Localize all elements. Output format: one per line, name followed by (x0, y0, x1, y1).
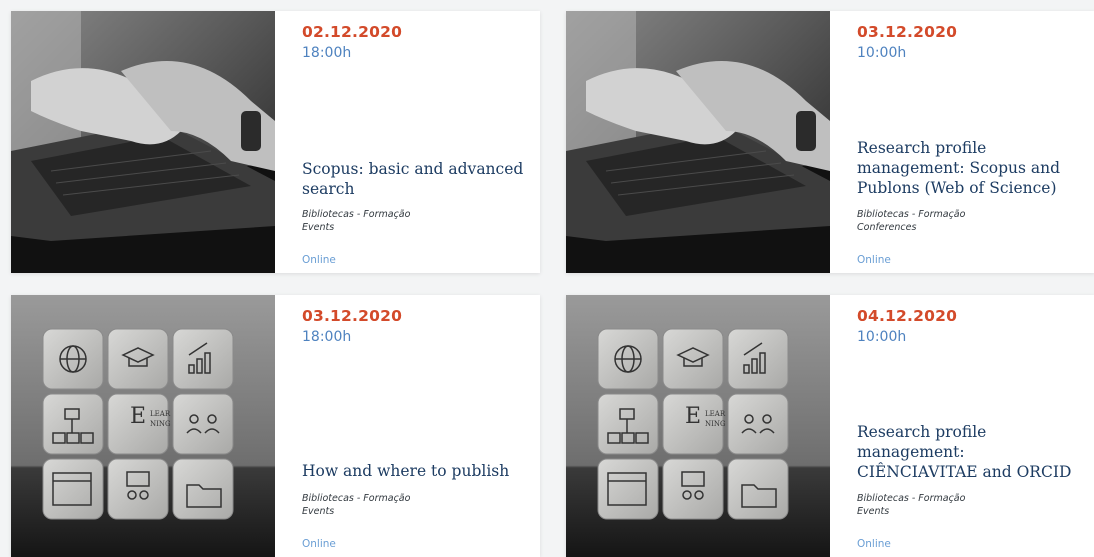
event-date: 03.12.2020 (302, 307, 403, 325)
event-title[interactable]: Scopus: basic and advanced search (302, 159, 524, 199)
events-grid: 02.12.2020 18:00h Scopus: basic and adva… (0, 0, 1094, 557)
event-category: Bibliotecas - Formação (302, 209, 411, 220)
elearning-line2: NING (705, 420, 726, 428)
event-image-elearning-blocks: E LEAR NING (11, 295, 275, 557)
event-date: 02.12.2020 (302, 23, 403, 41)
event-time: 18:00h (302, 329, 352, 345)
event-type: Events (857, 506, 890, 517)
event-category: Bibliotecas - Formação (302, 493, 411, 504)
event-time: 10:00h (857, 45, 907, 61)
event-location: Online (302, 538, 336, 550)
event-title[interactable]: Research profile management: CIÊNCIAVITA… (857, 422, 1079, 482)
event-type: Events (302, 506, 335, 517)
elearning-initial: E (130, 404, 146, 429)
event-location: Online (857, 538, 891, 550)
event-date: 03.12.2020 (857, 23, 958, 41)
event-image-laptop (11, 11, 275, 273)
event-type: Conferences (857, 222, 917, 233)
event-card[interactable]: 02.12.2020 18:00h Scopus: basic and adva… (11, 11, 540, 273)
event-image-elearning-blocks: E LEAR NING (566, 295, 830, 557)
elearning-line1: LEAR (705, 410, 726, 418)
event-type: Events (302, 222, 335, 233)
event-category: Bibliotecas - Formação (857, 493, 966, 504)
event-title[interactable]: How and where to publish (302, 461, 524, 481)
event-card[interactable]: E LEAR NING 03.12.2020 18:00h How and wh… (11, 295, 540, 557)
event-date: 04.12.2020 (857, 307, 958, 325)
event-title[interactable]: Research profile management: Scopus and … (857, 138, 1079, 198)
event-image-laptop (566, 11, 830, 273)
event-time: 18:00h (302, 45, 352, 61)
event-category: Bibliotecas - Formação (857, 209, 966, 220)
elearning-line1: LEAR (150, 410, 171, 418)
event-location: Online (857, 254, 891, 266)
event-card[interactable]: 03.12.2020 10:00h Research profile manag… (566, 11, 1094, 273)
event-time: 10:00h (857, 329, 907, 345)
event-location: Online (302, 254, 336, 266)
event-card[interactable]: E LEAR NING 04.12.2020 10:00h Research p… (566, 295, 1094, 557)
elearning-initial: E (685, 404, 701, 429)
elearning-line2: NING (150, 420, 171, 428)
